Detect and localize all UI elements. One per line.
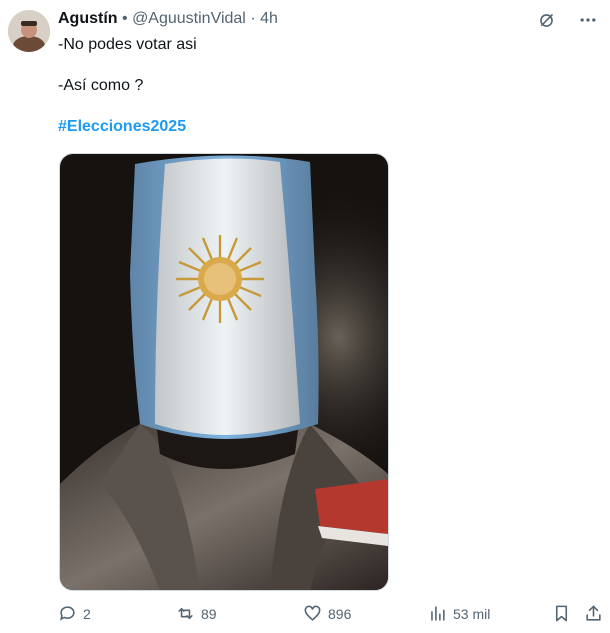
reply-button[interactable]: 2: [58, 604, 91, 623]
separator: •: [122, 10, 128, 27]
retweet-count: 89: [201, 605, 217, 622]
retweet-icon: [178, 607, 193, 620]
tweet-text-line-2: -Así como ?: [58, 77, 144, 94]
bookmark-icon: [555, 605, 568, 622]
more-icon[interactable]: [578, 10, 598, 30]
tweet-image[interactable]: [59, 153, 389, 591]
like-icon: [304, 605, 321, 621]
tweet-actions-bar: 2 89 896 53 mil: [58, 604, 606, 626]
tweet-text-line-1: -No podes votar asi: [58, 36, 197, 53]
like-button[interactable]: 896: [303, 604, 351, 623]
author-handle[interactable]: @AguustinVidal: [132, 10, 246, 27]
views-icon: [431, 606, 445, 621]
share-button[interactable]: [584, 604, 603, 623]
like-count: 896: [328, 605, 352, 622]
grok-icon[interactable]: [536, 10, 556, 30]
share-icon: [586, 605, 601, 621]
views-button[interactable]: 53 mil: [428, 604, 490, 623]
author-name[interactable]: Agustín: [58, 10, 118, 27]
views-count: 53 mil: [453, 605, 491, 622]
retweet-button[interactable]: 89: [176, 604, 217, 623]
reply-icon: [59, 606, 75, 621]
dot: ·: [250, 10, 256, 27]
timestamp[interactable]: 4h: [260, 10, 278, 27]
reply-count: 2: [83, 605, 91, 622]
tweet-header: Agustín • @AguustinVidal · 4h: [58, 10, 278, 28]
bookmark-button[interactable]: [552, 604, 571, 623]
tweet-top-actions: [536, 10, 598, 30]
hashtag-link[interactable]: #Elecciones2025: [58, 118, 186, 135]
avatar[interactable]: [8, 10, 50, 52]
